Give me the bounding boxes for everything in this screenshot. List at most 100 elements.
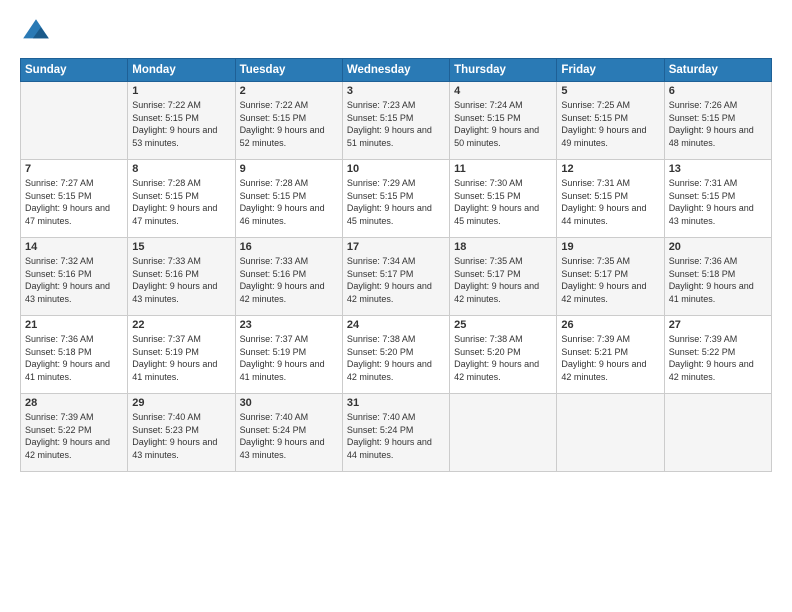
cell-content: Sunrise: 7:24 AMSunset: 5:15 PMDaylight:…	[454, 99, 552, 149]
calendar-cell: 4Sunrise: 7:24 AMSunset: 5:15 PMDaylight…	[450, 82, 557, 160]
calendar-cell: 18 Sunrise: 7:35 AMSunset: 5:17 PMDayligh…	[450, 238, 557, 316]
calendar-week-row: 7 Sunrise: 7:27 AMSunset: 5:15 PMDaylight…	[21, 160, 772, 238]
calendar-cell: 20 Sunrise: 7:36 AMSunset: 5:18 PMDayligh…	[664, 238, 771, 316]
cell-content: Sunrise: 7:26 AMSunset: 5:15 PMDaylight:…	[669, 99, 767, 149]
cell-content: Sunrise: 7:39 AMSunset: 5:21 PMDaylight:…	[561, 333, 659, 383]
cell-content: Sunrise: 7:36 AMSunset: 5:18 PMDaylight:…	[25, 333, 123, 383]
day-number: 7	[25, 163, 123, 175]
calendar-cell: 11Sunrise: 7:30 AMSunset: 5:15 PMDayligh…	[450, 160, 557, 238]
cell-content: Sunrise: 7:35 AMSunset: 5:17 PMDaylight:…	[454, 255, 552, 305]
calendar-cell: 12 Sunrise: 7:31 AMSunset: 5:15 PMDayligh…	[557, 160, 664, 238]
calendar-cell: 23 Sunrise: 7:37 AMSunset: 5:19 PMDayligh…	[235, 316, 342, 394]
cell-content: Sunrise: 7:33 AMSunset: 5:16 PMDaylight:…	[132, 255, 230, 305]
calendar-week-row: 14 Sunrise: 7:32 AMSunset: 5:16 PMDayligh…	[21, 238, 772, 316]
cell-content: Sunrise: 7:35 AMSunset: 5:17 PMDaylight:…	[561, 255, 659, 305]
cell-content: Sunrise: 7:31 AMSunset: 5:15 PMDaylight:…	[669, 177, 767, 227]
calendar-cell: 30 Sunrise: 7:40 AMSunset: 5:24 PMDayligh…	[235, 394, 342, 472]
cell-content: Sunrise: 7:36 AMSunset: 5:18 PMDaylight:…	[669, 255, 767, 305]
day-number: 30	[240, 397, 338, 409]
calendar-cell: 6 Sunrise: 7:26 AMSunset: 5:15 PMDaylight…	[664, 82, 771, 160]
weekday-header: Saturday	[664, 59, 771, 82]
weekday-header: Monday	[128, 59, 235, 82]
day-number: 8	[132, 163, 230, 175]
cell-content: Sunrise: 7:37 AMSunset: 5:19 PMDaylight:…	[132, 333, 230, 383]
calendar-cell: 7 Sunrise: 7:27 AMSunset: 5:15 PMDaylight…	[21, 160, 128, 238]
day-number: 16	[240, 241, 338, 253]
cell-content: Sunrise: 7:22 AMSunset: 5:15 PMDaylight:…	[240, 99, 338, 149]
calendar-cell: 14 Sunrise: 7:32 AMSunset: 5:16 PMDayligh…	[21, 238, 128, 316]
calendar-cell	[450, 394, 557, 472]
calendar-cell: 25 Sunrise: 7:38 AMSunset: 5:20 PMDayligh…	[450, 316, 557, 394]
day-number: 18	[454, 241, 552, 253]
day-number: 19	[561, 241, 659, 253]
calendar-cell: 27Sunrise: 7:39 AMSunset: 5:22 PMDayligh…	[664, 316, 771, 394]
calendar-cell	[664, 394, 771, 472]
logo	[20, 16, 56, 48]
calendar-cell: 24Sunrise: 7:38 AMSunset: 5:20 PMDayligh…	[342, 316, 449, 394]
cell-content: Sunrise: 7:31 AMSunset: 5:15 PMDaylight:…	[561, 177, 659, 227]
calendar-cell: 16 Sunrise: 7:33 AMSunset: 5:16 PMDayligh…	[235, 238, 342, 316]
header	[20, 16, 772, 48]
calendar-cell: 19 Sunrise: 7:35 AMSunset: 5:17 PMDayligh…	[557, 238, 664, 316]
cell-content: Sunrise: 7:39 AMSunset: 5:22 PMDaylight:…	[25, 411, 123, 461]
day-number: 1	[132, 85, 230, 97]
calendar-cell: 31Sunrise: 7:40 AMSunset: 5:24 PMDayligh…	[342, 394, 449, 472]
cell-content: Sunrise: 7:38 AMSunset: 5:20 PMDaylight:…	[454, 333, 552, 383]
day-number: 25	[454, 319, 552, 331]
cell-content: Sunrise: 7:32 AMSunset: 5:16 PMDaylight:…	[25, 255, 123, 305]
calendar-cell: 28 Sunrise: 7:39 AMSunset: 5:22 PMDayligh…	[21, 394, 128, 472]
calendar-table: SundayMondayTuesdayWednesdayThursdayFrid…	[20, 58, 772, 472]
calendar-week-row: 21 Sunrise: 7:36 AMSunset: 5:18 PMDayligh…	[21, 316, 772, 394]
calendar-header-row: SundayMondayTuesdayWednesdayThursdayFrid…	[21, 59, 772, 82]
page: SundayMondayTuesdayWednesdayThursdayFrid…	[0, 0, 792, 612]
day-number: 20	[669, 241, 767, 253]
weekday-header: Friday	[557, 59, 664, 82]
day-number: 17	[347, 241, 445, 253]
day-number: 15	[132, 241, 230, 253]
cell-content: Sunrise: 7:33 AMSunset: 5:16 PMDaylight:…	[240, 255, 338, 305]
cell-content: Sunrise: 7:28 AMSunset: 5:15 PMDaylight:…	[132, 177, 230, 227]
calendar-cell	[21, 82, 128, 160]
cell-content: Sunrise: 7:37 AMSunset: 5:19 PMDaylight:…	[240, 333, 338, 383]
day-number: 28	[25, 397, 123, 409]
day-number: 29	[132, 397, 230, 409]
day-number: 12	[561, 163, 659, 175]
calendar-cell: 8 Sunrise: 7:28 AMSunset: 5:15 PMDaylight…	[128, 160, 235, 238]
day-number: 13	[669, 163, 767, 175]
weekday-header: Thursday	[450, 59, 557, 82]
logo-icon	[20, 16, 52, 48]
day-number: 21	[25, 319, 123, 331]
cell-content: Sunrise: 7:39 AMSunset: 5:22 PMDaylight:…	[669, 333, 767, 383]
cell-content: Sunrise: 7:40 AMSunset: 5:24 PMDaylight:…	[240, 411, 338, 461]
day-number: 26	[561, 319, 659, 331]
day-number: 23	[240, 319, 338, 331]
calendar-cell	[557, 394, 664, 472]
calendar-week-row: 1 Sunrise: 7:22 AMSunset: 5:15 PMDaylight…	[21, 82, 772, 160]
cell-content: Sunrise: 7:38 AMSunset: 5:20 PMDaylight:…	[347, 333, 445, 383]
calendar-week-row: 28 Sunrise: 7:39 AMSunset: 5:22 PMDayligh…	[21, 394, 772, 472]
weekday-header: Wednesday	[342, 59, 449, 82]
weekday-header: Tuesday	[235, 59, 342, 82]
calendar-cell: 9Sunrise: 7:28 AMSunset: 5:15 PMDaylight…	[235, 160, 342, 238]
calendar-cell: 2 Sunrise: 7:22 AMSunset: 5:15 PMDaylight…	[235, 82, 342, 160]
day-number: 2	[240, 85, 338, 97]
day-number: 10	[347, 163, 445, 175]
calendar-cell: 10 Sunrise: 7:29 AMSunset: 5:15 PMDayligh…	[342, 160, 449, 238]
day-number: 14	[25, 241, 123, 253]
cell-content: Sunrise: 7:23 AMSunset: 5:15 PMDaylight:…	[347, 99, 445, 149]
calendar-cell: 21 Sunrise: 7:36 AMSunset: 5:18 PMDayligh…	[21, 316, 128, 394]
calendar-cell: 3 Sunrise: 7:23 AMSunset: 5:15 PMDaylight…	[342, 82, 449, 160]
cell-content: Sunrise: 7:29 AMSunset: 5:15 PMDaylight:…	[347, 177, 445, 227]
day-number: 3	[347, 85, 445, 97]
day-number: 6	[669, 85, 767, 97]
calendar-cell: 29Sunrise: 7:40 AMSunset: 5:23 PMDayligh…	[128, 394, 235, 472]
calendar-cell: 13 Sunrise: 7:31 AMSunset: 5:15 PMDayligh…	[664, 160, 771, 238]
calendar-body: 1 Sunrise: 7:22 AMSunset: 5:15 PMDaylight…	[21, 82, 772, 472]
day-number: 5	[561, 85, 659, 97]
day-number: 22	[132, 319, 230, 331]
cell-content: Sunrise: 7:30 AMSunset: 5:15 PMDaylight:…	[454, 177, 552, 227]
cell-content: Sunrise: 7:40 AMSunset: 5:24 PMDaylight:…	[347, 411, 445, 461]
calendar-cell: 15 Sunrise: 7:33 AMSunset: 5:16 PMDayligh…	[128, 238, 235, 316]
cell-content: Sunrise: 7:28 AMSunset: 5:15 PMDaylight:…	[240, 177, 338, 227]
cell-content: Sunrise: 7:27 AMSunset: 5:15 PMDaylight:…	[25, 177, 123, 227]
